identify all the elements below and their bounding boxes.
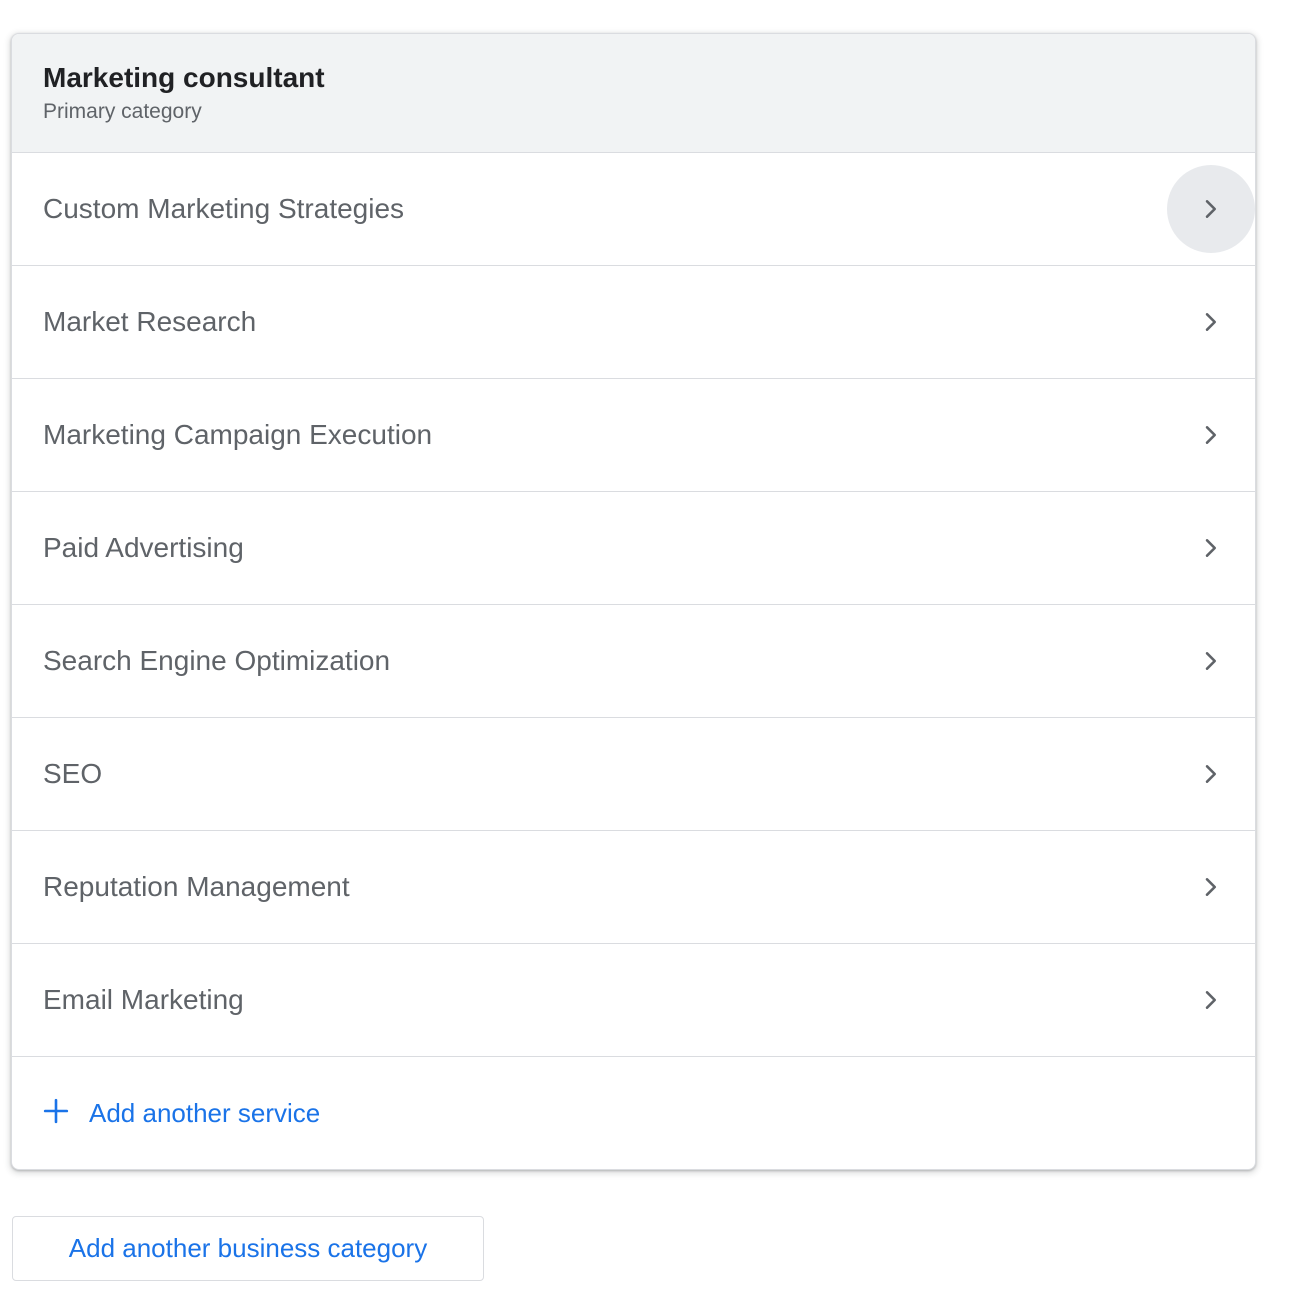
service-row-paid-advertising[interactable]: Paid Advertising <box>12 492 1255 605</box>
service-label: Market Research <box>43 306 257 337</box>
service-label: Email Marketing <box>43 984 244 1015</box>
service-row-marketing-campaign-execution[interactable]: Marketing Campaign Execution <box>12 379 1255 492</box>
service-label: Marketing Campaign Execution <box>43 419 433 450</box>
service-row-custom-marketing-strategies[interactable]: Custom Marketing Strategies <box>12 153 1255 266</box>
chevron-right-icon[interactable] <box>1167 617 1255 705</box>
plus-icon <box>43 1098 69 1129</box>
category-header: Marketing consultant Primary category <box>12 34 1255 153</box>
service-label: SEO <box>43 758 103 789</box>
chevron-right-icon[interactable] <box>1167 504 1255 592</box>
chevron-right-icon[interactable] <box>1167 391 1255 479</box>
chevron-right-icon[interactable] <box>1167 730 1255 818</box>
category-title: Marketing consultant <box>43 62 325 93</box>
service-label: Paid Advertising <box>43 532 244 563</box>
service-label: Custom Marketing Strategies <box>43 193 405 224</box>
add-another-service-label: Add another service <box>89 1097 321 1128</box>
chevron-right-icon[interactable] <box>1167 165 1255 253</box>
chevron-right-icon[interactable] <box>1167 843 1255 931</box>
category-subtitle: Primary category <box>43 100 202 123</box>
add-another-business-category-button[interactable]: Add another business category <box>12 1216 484 1281</box>
service-label: Search Engine Optimization <box>43 645 391 676</box>
service-row-email-marketing[interactable]: Email Marketing <box>12 944 1255 1057</box>
service-row-search-engine-optimization[interactable]: Search Engine Optimization <box>12 605 1255 718</box>
chevron-right-icon[interactable] <box>1167 278 1255 366</box>
service-row-market-research[interactable]: Market Research <box>12 266 1255 379</box>
chevron-right-icon[interactable] <box>1167 956 1255 1044</box>
service-label: Reputation Management <box>43 871 350 902</box>
services-card: Marketing consultant Primary category Cu… <box>11 33 1256 1170</box>
service-row-reputation-management[interactable]: Reputation Management <box>12 831 1255 944</box>
service-row-seo[interactable]: SEO <box>12 718 1255 831</box>
add-another-service-button[interactable]: Add another service <box>12 1057 1255 1169</box>
